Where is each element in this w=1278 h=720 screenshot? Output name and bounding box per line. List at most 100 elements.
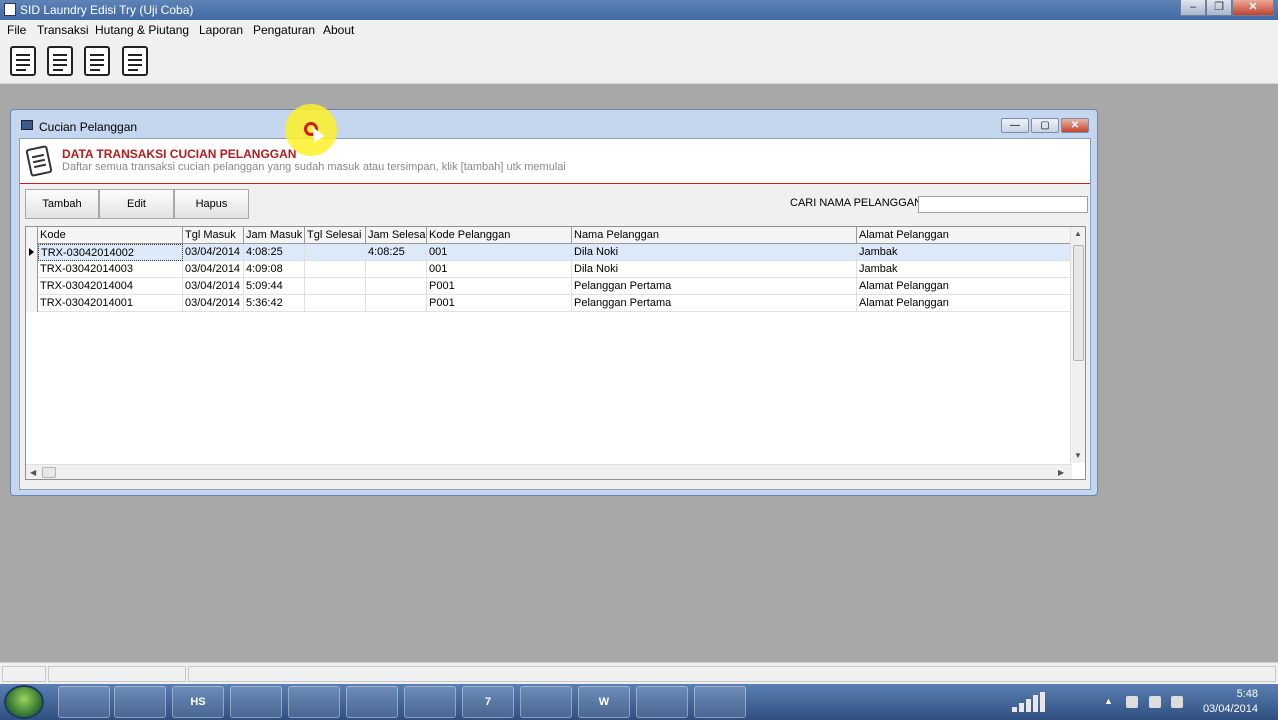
- column-header[interactable]: Jam Masuk: [244, 227, 305, 244]
- table-cell[interactable]: [366, 295, 427, 312]
- column-header[interactable]: Kode: [38, 227, 183, 244]
- menu-about[interactable]: About: [323, 23, 354, 37]
- table-cell[interactable]: [305, 278, 366, 295]
- table-cell[interactable]: TRX-03042014002: [38, 244, 183, 261]
- table-row[interactable]: TRX-03042014003 03/04/2014 4:09:08 001 D…: [26, 261, 1072, 278]
- laptop-icon[interactable]: [694, 686, 746, 718]
- table-cell[interactable]: 001: [427, 261, 572, 278]
- add-button[interactable]: Tambah: [25, 189, 99, 219]
- table-row[interactable]: TRX-03042014002 03/04/2014 4:08:25 4:08:…: [26, 244, 1072, 261]
- seven-icon[interactable]: 7: [462, 686, 514, 718]
- volume-icon[interactable]: [1126, 696, 1138, 708]
- table-cell[interactable]: 4:08:25: [244, 244, 305, 261]
- table-cell[interactable]: [305, 244, 366, 261]
- column-header[interactable]: Jam Selesai: [366, 227, 427, 244]
- table-cell[interactable]: 4:08:25: [366, 244, 427, 261]
- scroll-down-icon[interactable]: ▼: [1074, 451, 1082, 460]
- table-cell[interactable]: 5:09:44: [244, 278, 305, 295]
- start-button[interactable]: [4, 685, 44, 719]
- menu-laporan[interactable]: Laporan: [199, 23, 243, 37]
- search-input[interactable]: [918, 196, 1088, 213]
- table-cell[interactable]: 4:09:08: [244, 261, 305, 278]
- restore-button[interactable]: ❐: [1206, 0, 1232, 16]
- table-row[interactable]: TRX-03042014004 03/04/2014 5:09:44 P001 …: [26, 278, 1072, 295]
- report-icon[interactable]: [122, 46, 148, 76]
- table-cell[interactable]: [305, 261, 366, 278]
- table-cell[interactable]: [366, 278, 427, 295]
- table-cell[interactable]: [366, 261, 427, 278]
- power-icon[interactable]: [1171, 696, 1183, 708]
- menu-hutang-piutang[interactable]: Hutang & Piutang: [95, 23, 189, 37]
- app-icon: [4, 3, 16, 16]
- child-close-button[interactable]: ✕: [1061, 118, 1089, 133]
- page-description: Daftar semua transaksi cucian pelanggan …: [62, 161, 566, 173]
- child-restore-button[interactable]: ▢: [1031, 118, 1059, 133]
- table-cell[interactable]: Jambak: [857, 244, 1072, 261]
- table-cell[interactable]: 03/04/2014: [183, 278, 244, 295]
- table-cell[interactable]: 5:36:42: [244, 295, 305, 312]
- column-header[interactable]: Tgl Selesai: [305, 227, 366, 244]
- table-cell[interactable]: TRX-03042014004: [38, 278, 183, 295]
- vertical-scroll-thumb[interactable]: [1073, 245, 1084, 361]
- table-cell[interactable]: Alamat Pelanggan: [857, 278, 1072, 295]
- row-selector[interactable]: [26, 261, 38, 278]
- vertical-scrollbar[interactable]: ▲ ▼: [1070, 227, 1085, 463]
- table-cell[interactable]: 03/04/2014: [183, 261, 244, 278]
- box-icon[interactable]: [404, 686, 456, 718]
- table-cell[interactable]: 03/04/2014: [183, 295, 244, 312]
- table-cell[interactable]: P001: [427, 295, 572, 312]
- scroll-left-icon[interactable]: ◀: [30, 468, 36, 477]
- menu-pengaturan[interactable]: Pengaturan: [253, 23, 315, 37]
- powerpoint-icon[interactable]: [114, 686, 166, 718]
- word-icon[interactable]: W: [578, 686, 630, 718]
- horizontal-scroll-thumb[interactable]: [42, 467, 56, 478]
- network-icon[interactable]: [346, 686, 398, 718]
- hs-icon[interactable]: HS: [172, 686, 224, 718]
- table-cell[interactable]: Jambak: [857, 261, 1072, 278]
- scroll-up-icon[interactable]: ▲: [1074, 229, 1082, 238]
- edit-button[interactable]: Edit: [99, 189, 174, 219]
- report-icon[interactable]: [84, 46, 110, 76]
- row-selector[interactable]: [26, 295, 38, 312]
- music-icon[interactable]: [636, 686, 688, 718]
- close-button[interactable]: ✕: [1232, 0, 1274, 16]
- table-cell[interactable]: Dila Noki: [572, 261, 857, 278]
- header-band: DATA TRANSAKSI CUCIAN PELANGGAN Daftar s…: [20, 139, 1090, 184]
- scroll-right-icon[interactable]: ▶: [1058, 468, 1064, 477]
- table-row[interactable]: TRX-03042014001 03/04/2014 5:36:42 P001 …: [26, 295, 1072, 312]
- table-cell[interactable]: [305, 295, 366, 312]
- flag-icon[interactable]: [1149, 696, 1161, 708]
- table-cell[interactable]: Dila Noki: [572, 244, 857, 261]
- horizontal-scrollbar[interactable]: ◀ ▶: [26, 464, 1072, 479]
- table-cell[interactable]: 03/04/2014: [183, 244, 244, 261]
- row-selector[interactable]: [26, 244, 38, 261]
- media-player-icon[interactable]: [58, 686, 110, 718]
- minimize-button[interactable]: –: [1180, 0, 1206, 16]
- signal-strength-icon[interactable]: [1012, 692, 1052, 712]
- table-cell[interactable]: Alamat Pelanggan: [857, 295, 1072, 312]
- report-icon[interactable]: [47, 46, 73, 76]
- row-selector[interactable]: [26, 278, 38, 295]
- delete-button[interactable]: Hapus: [174, 189, 249, 219]
- table-cell[interactable]: TRX-03042014001: [38, 295, 183, 312]
- table-cell[interactable]: P001: [427, 278, 572, 295]
- column-header[interactable]: Nama Pelanggan: [572, 227, 857, 244]
- child-minimize-button[interactable]: —: [1001, 118, 1029, 133]
- clock-date: 03/04/2014: [1202, 703, 1258, 715]
- report-icon[interactable]: [10, 46, 36, 76]
- table-cell[interactable]: TRX-03042014003: [38, 261, 183, 278]
- column-header[interactable]: Tgl Masuk: [183, 227, 244, 244]
- clock[interactable]: 5:48 03/04/2014: [1203, 687, 1258, 717]
- menu-transaksi[interactable]: Transaksi: [37, 23, 89, 37]
- firefox-icon[interactable]: [520, 686, 572, 718]
- table-cell[interactable]: Pelanggan Pertama: [572, 295, 857, 312]
- folder-icon[interactable]: [230, 686, 282, 718]
- menu-file[interactable]: File: [7, 23, 26, 37]
- table-cell[interactable]: Pelanggan Pertama: [572, 278, 857, 295]
- column-header[interactable]: Kode Pelanggan: [427, 227, 572, 244]
- table-cell[interactable]: 001: [427, 244, 572, 261]
- column-header[interactable]: Alamat Pelanggan: [857, 227, 1072, 244]
- menu-bar: File Transaksi Hutang & Piutang Laporan …: [0, 20, 1278, 40]
- show-hidden-icons-icon[interactable]: ▲: [1104, 696, 1116, 708]
- laptop-icon[interactable]: [288, 686, 340, 718]
